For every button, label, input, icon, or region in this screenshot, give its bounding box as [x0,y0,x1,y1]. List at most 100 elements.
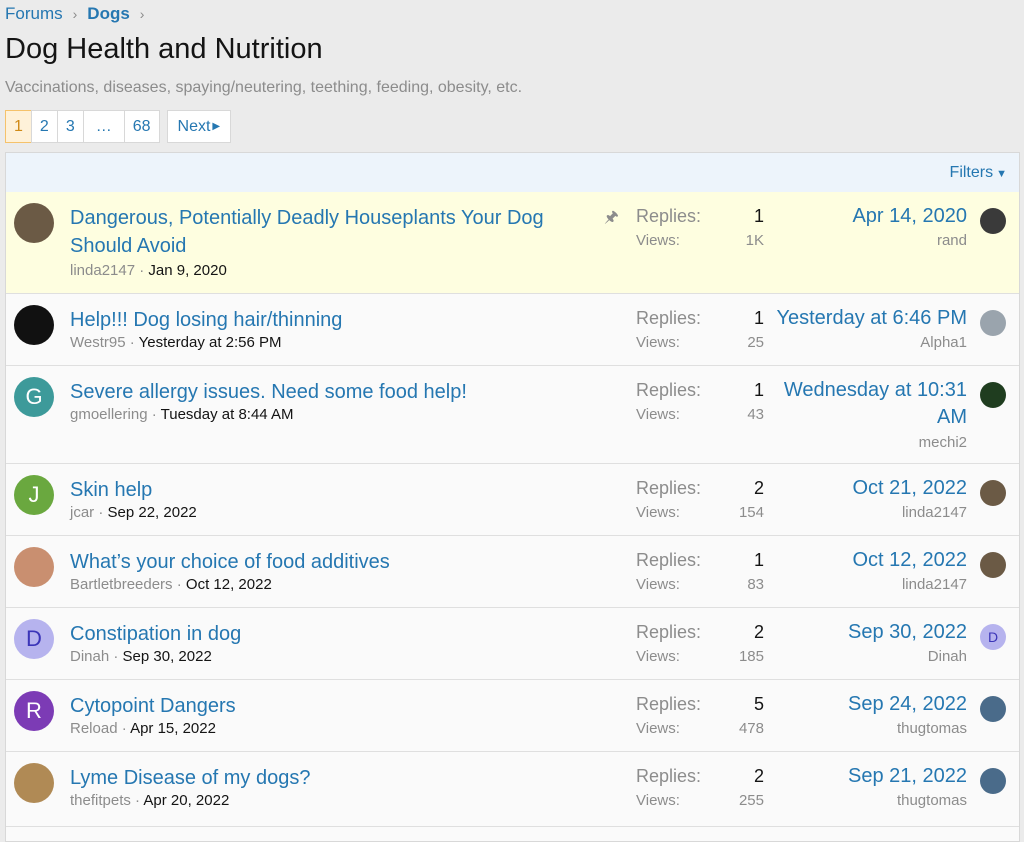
thread-row: Dangerous, Potentially Deadly Houseplant… [6,192,1019,294]
author-avatar[interactable] [14,547,54,587]
last-post-user-link[interactable]: thugtomas [897,720,967,737]
last-poster-avatar[interactable] [980,552,1006,578]
thread-start-date[interactable]: Tuesday at 8:44 AM [161,406,294,423]
author-avatar[interactable]: R [14,691,54,731]
views-label: Views: [636,406,680,423]
page-2-button[interactable]: 2 [30,110,58,143]
thread-title-link[interactable]: Constipation in dog [70,620,590,648]
replies-count: 1 [753,206,764,226]
author-avatar[interactable]: D [14,619,54,659]
views-count: 185 [738,648,764,665]
author-avatar[interactable] [14,305,54,345]
thread-title-link[interactable]: Help!!! Dog losing hair/thinning [70,306,590,334]
page-number-group: 1 2 3… 68 [5,110,160,143]
last-poster-avatar[interactable] [980,696,1006,722]
last-poster-avatar[interactable] [980,382,1006,408]
caret-down-icon: ▼ [996,168,1007,180]
thread-author-link[interactable]: jcar [70,504,94,521]
chevron-right-icon: › [139,6,145,22]
thread-start-date[interactable]: Jan 9, 2020 [148,262,226,279]
thread-start-date[interactable]: Oct 12, 2022 [186,576,272,593]
author-avatar[interactable] [14,203,54,243]
last-post-user-link[interactable]: Dinah [928,648,967,665]
thread-author-link[interactable]: linda2147 [70,262,135,279]
thread-title-link[interactable]: Lyme Disease of my dogs? [70,764,590,792]
thread-author-link[interactable]: Dinah [70,648,109,665]
replies-count: 2 [753,766,764,786]
last-post-date-link[interactable]: Wednesday at 10:31 AM [767,377,967,431]
replies-label: Replies: [636,766,702,786]
thread-author-link[interactable]: gmoellering [70,406,148,423]
last-post-date-link[interactable]: Oct 21, 2022 [767,475,967,502]
last-poster-avatar[interactable] [980,480,1006,506]
thread-title-link[interactable]: Severe allergy issues. Need some food he… [70,378,590,406]
thread-start-date[interactable]: Sep 22, 2022 [108,504,197,521]
replies-count: 5 [753,694,764,714]
thread-start-date[interactable]: Sep 30, 2022 [123,648,212,665]
views-count: 154 [738,504,764,521]
thread-row: Lyme Disease of my dogs? thefitpets · Ap… [6,752,1019,827]
chevron-right-icon: › [72,6,78,22]
thread-title-link[interactable]: What’s your choice of food additives [70,548,590,576]
meta-separator: · [129,334,139,351]
replies-label: Replies: [636,380,702,400]
pagination-ellipsis[interactable]: … [82,110,125,143]
last-post-date-link[interactable]: Yesterday at 6:46 PM [767,305,968,332]
thread-meta: gmoellering · Tuesday at 8:44 AM [70,406,293,423]
last-post-date-link[interactable]: Sep 30, 2022 [767,619,967,646]
last-post-date-link[interactable]: Sep 24, 2022 [767,691,967,718]
last-post-user-link[interactable]: rand [937,232,967,249]
page-68-button[interactable]: 68 [123,110,160,143]
last-post-user-link[interactable]: linda2147 [902,504,967,521]
breadcrumb-dogs-link[interactable]: Dogs [87,4,130,24]
meta-separator: · [151,406,161,423]
thread-title-link[interactable]: Cytopoint Dangers [70,692,590,720]
thread-author-link[interactable]: Bartletbreeders [70,576,173,593]
pin-icon: 🖈︎ [604,209,619,226]
last-post-user-link[interactable]: Alpha1 [920,334,967,351]
last-poster-avatar[interactable] [980,310,1006,336]
views-label: Views: [636,792,680,809]
views-count: 83 [747,576,764,593]
next-label: Next [177,117,211,135]
author-avatar[interactable]: J [14,475,54,515]
thread-author-link[interactable]: Reload [70,720,118,737]
thread-row: R Cytopoint Dangers Reload · Apr 15, 202… [6,680,1019,752]
replies-count: 1 [753,308,764,328]
page-1-button[interactable]: 1 [5,110,32,143]
thread-start-date[interactable]: Apr 15, 2022 [130,720,216,737]
last-post-date-link[interactable]: Sep 21, 2022 [767,763,967,790]
breadcrumb: Forums › Dogs › [5,4,154,24]
author-avatar[interactable] [14,763,54,803]
last-poster-avatar[interactable] [980,208,1006,234]
thread-title-link[interactable]: Dangerous, Potentially Deadly Houseplant… [70,204,590,260]
thread-start-date[interactable]: Yesterday at 2:56 PM [139,334,282,351]
last-post-user-link[interactable]: mechi2 [919,434,967,451]
last-post-date-link[interactable]: Apr 14, 2020 [767,203,967,230]
next-page-button[interactable]: Next ▶ [166,110,232,143]
thread-meta: Reload · Apr 15, 2022 [70,720,216,737]
thread-author-link[interactable]: Westr95 [70,334,126,351]
thread-title-link[interactable]: Skin help [70,476,590,504]
views-label: Views: [636,232,680,249]
meta-separator: · [121,720,131,737]
meta-separator: · [113,648,123,665]
pagination: 1 2 3… 68 Next ▶ [5,110,232,143]
filters-button[interactable]: Filters ▼ [950,164,1007,182]
last-poster-avatar[interactable] [980,768,1006,794]
views-count: 25 [747,334,764,351]
letter-avatar-icon: G [25,384,43,409]
last-post-date-link[interactable]: Oct 12, 2022 [767,547,967,574]
breadcrumb-forums-link[interactable]: Forums [5,4,63,24]
last-poster-avatar[interactable]: D [980,624,1006,650]
thread-author-link[interactable]: thefitpets [70,792,131,809]
last-post-user-link[interactable]: thugtomas [897,792,967,809]
thread-start-date[interactable]: Apr 20, 2022 [143,792,229,809]
views-count: 478 [738,720,764,737]
author-avatar[interactable]: G [14,377,54,417]
thread-row: Help!!! Dog losing hair/thinning Westr95… [6,294,1019,366]
replies-label: Replies: [636,622,702,642]
page-3-button[interactable]: 3 [56,110,84,143]
replies-label: Replies: [636,694,702,714]
last-post-user-link[interactable]: linda2147 [902,576,967,593]
